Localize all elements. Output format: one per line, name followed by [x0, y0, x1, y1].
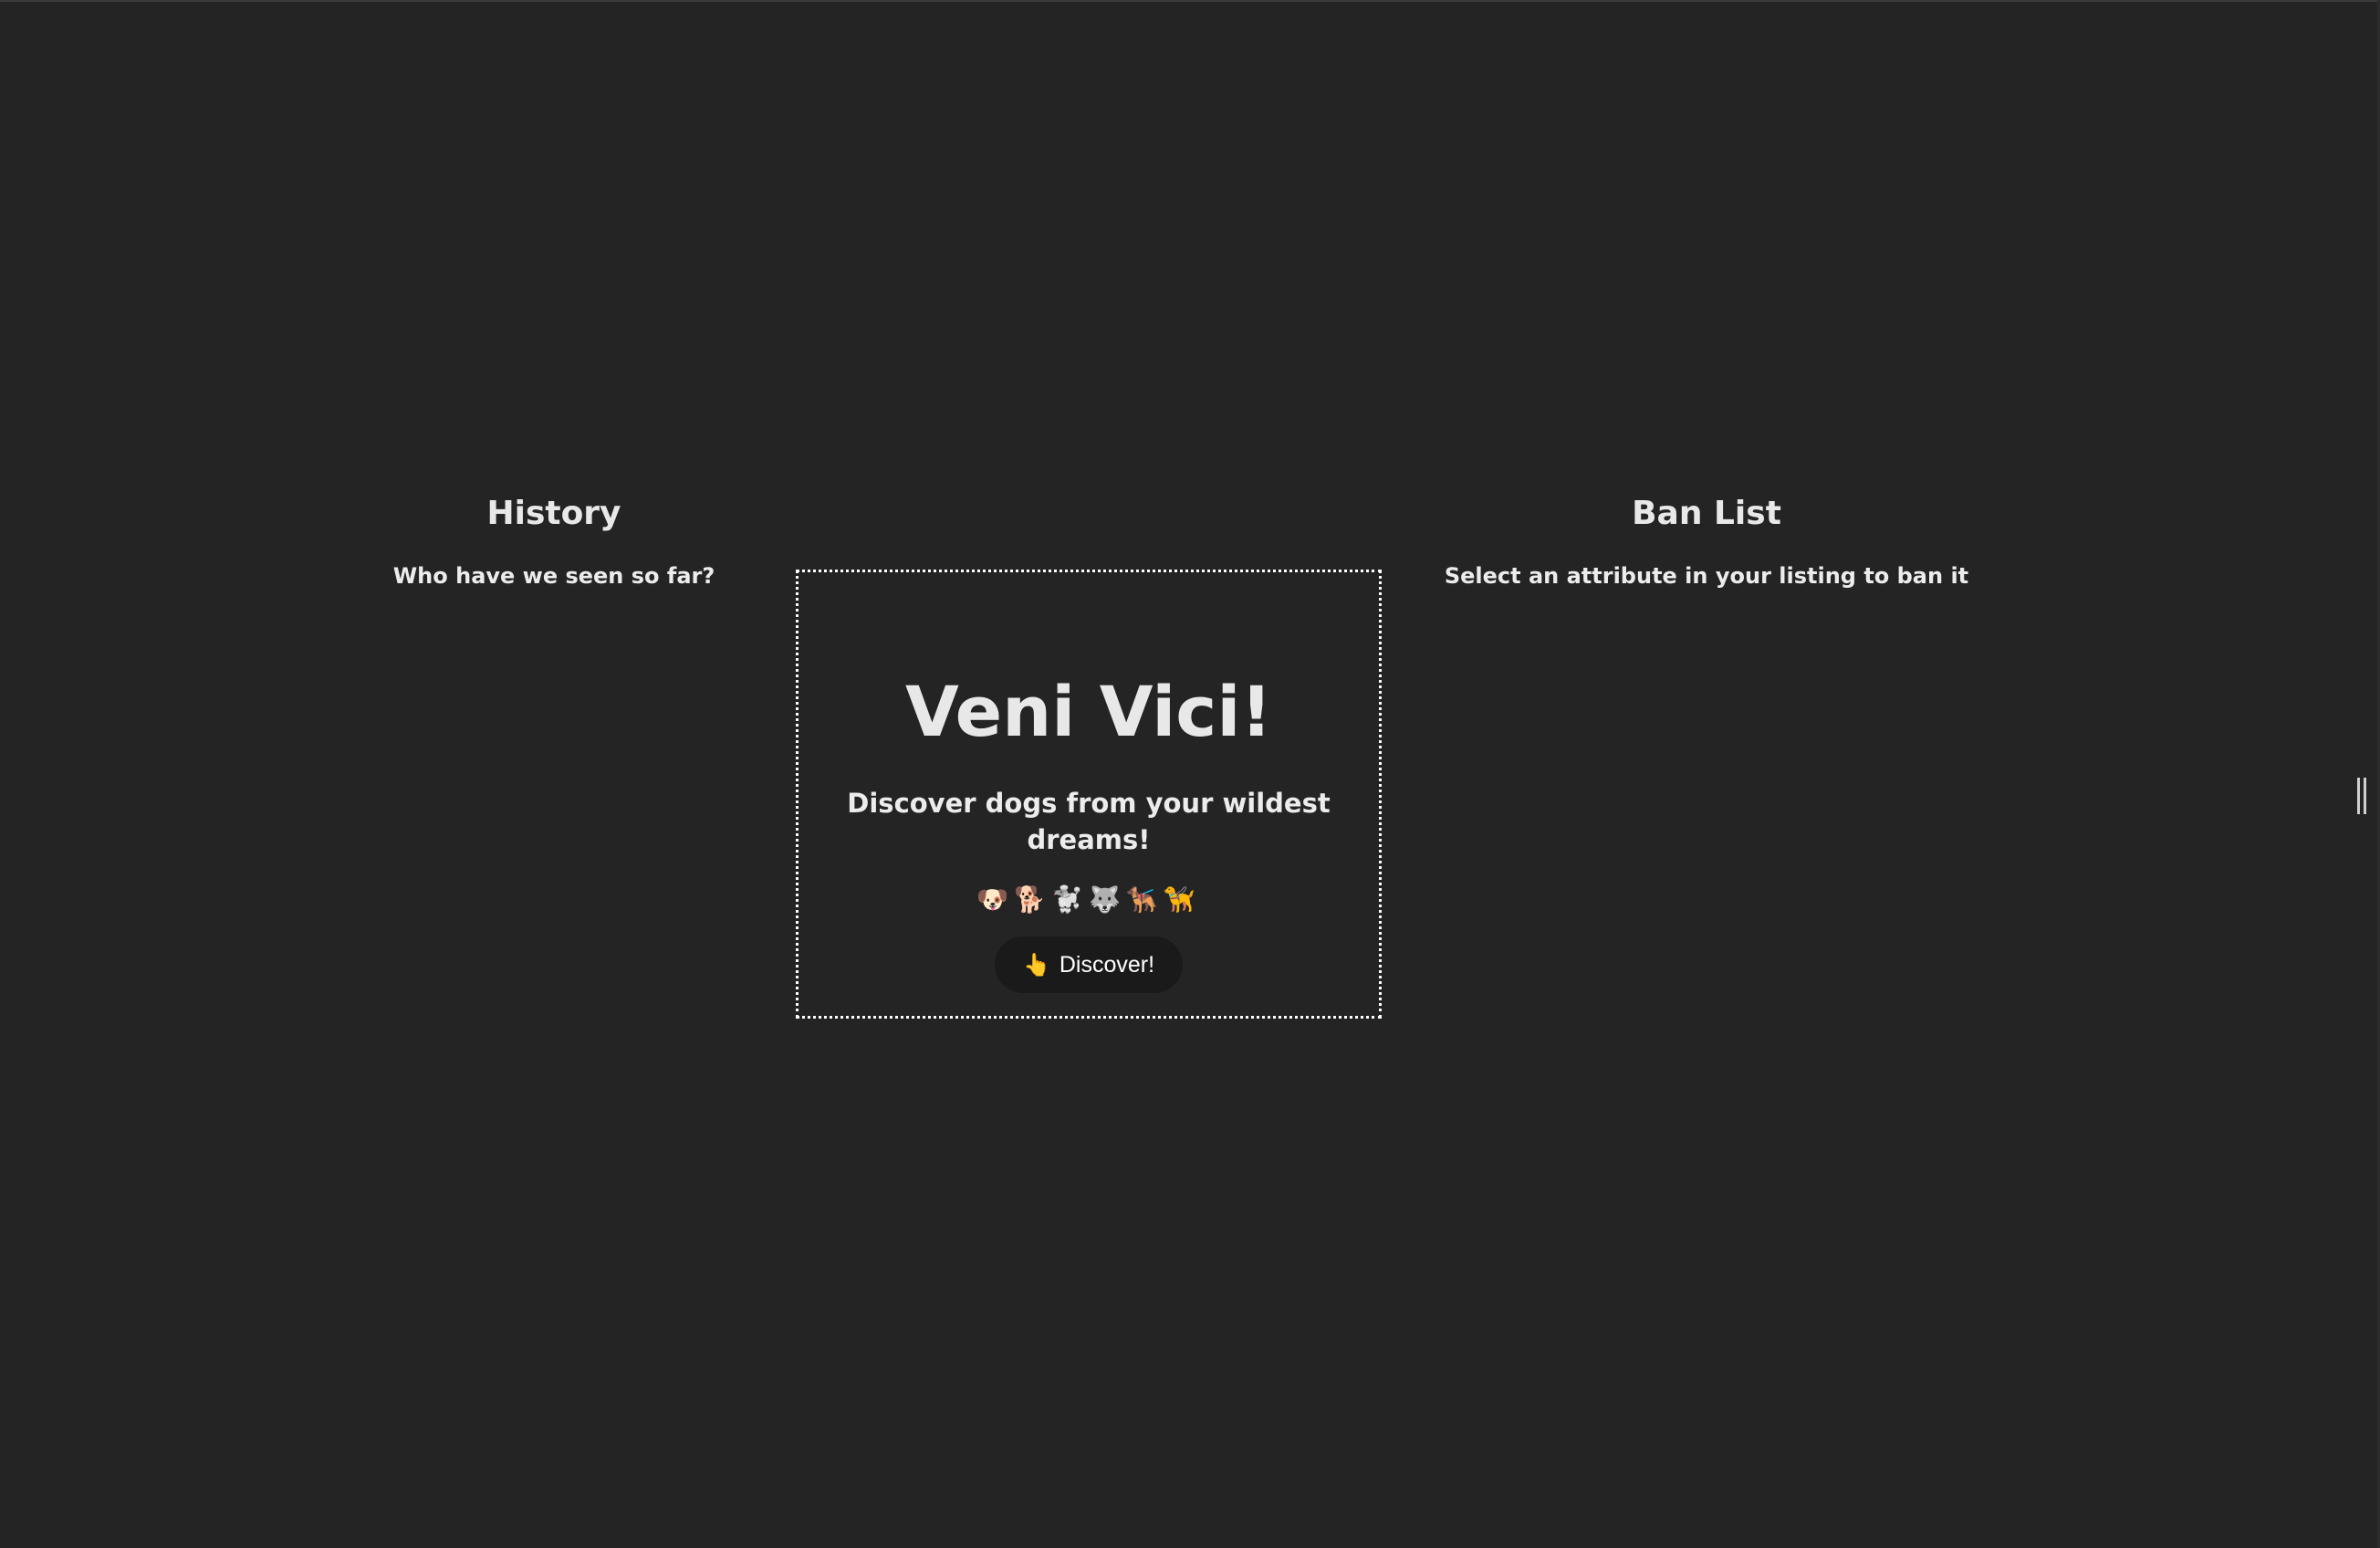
app-subtitle: Discover dogs from your wildest dreams! — [847, 788, 1331, 855]
history-panel: History Who have we seen so far? — [371, 488, 736, 591]
window-top-border — [0, 0, 2380, 2]
discover-card: Veni Vici! Discover dogs from your wilde… — [796, 570, 1382, 1019]
ban-list-subtitle: Select an attribute in your listing to b… — [1444, 563, 1969, 589]
resize-handle[interactable] — [2357, 778, 2366, 814]
resize-handle-bar — [2357, 778, 2360, 814]
ban-list-panel: Ban List Select an attribute in your lis… — [1433, 488, 1980, 591]
resize-handle-bar — [2364, 778, 2366, 814]
ban-list-title: Ban List — [1632, 495, 1781, 532]
app-title: Veni Vici! — [904, 671, 1273, 752]
pointing-hand-icon: 👆 — [1022, 952, 1050, 978]
history-title: History — [486, 495, 621, 532]
discover-button-label: Discover! — [1059, 951, 1155, 978]
dog-emoji-row: 🐶🐕🐩🐺🐕‍🦺🦮 — [976, 884, 1201, 915]
discover-button[interactable]: 👆 Discover! — [994, 936, 1184, 993]
history-subtitle: Who have we seen so far? — [392, 563, 715, 589]
